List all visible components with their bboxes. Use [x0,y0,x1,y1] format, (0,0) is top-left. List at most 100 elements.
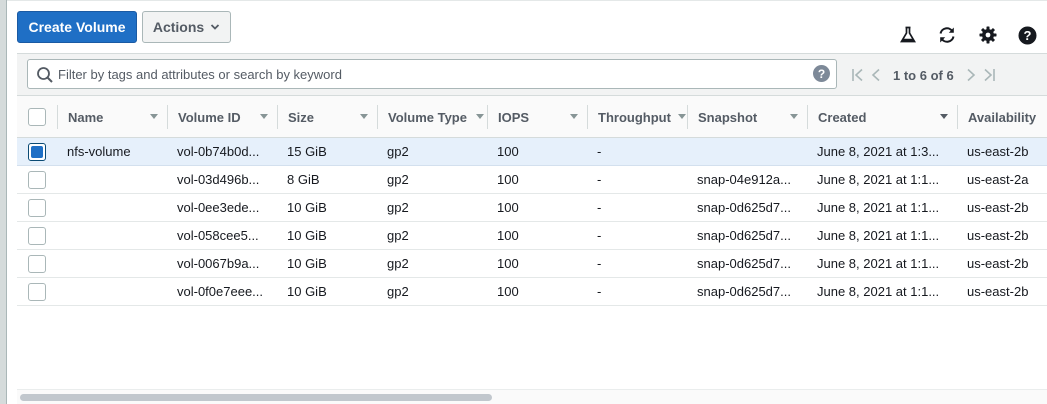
column-header-name[interactable]: Name [58,96,168,138]
cell-size: 10 GiB [287,284,327,299]
cell-snapshot[interactable]: snap-0d625d7... [697,222,803,249]
cell-iops: 100 [497,144,519,159]
cell-size: 10 GiB [287,228,327,243]
column-header-size[interactable]: Size [278,96,378,138]
cell-created: June 8, 2021 at 1:3... [817,144,940,159]
prev-page-icon[interactable] [867,66,885,84]
cell-iops: 100 [497,228,519,243]
cell-volume-id[interactable]: vol-0ee3ede... [177,194,273,221]
last-page-icon[interactable] [980,66,998,84]
cell-created: June 8, 2021 at 1:1... [817,200,940,215]
scrollbar-thumb[interactable] [20,394,492,401]
select-all-checkbox[interactable] [28,108,46,126]
cell-availability-zone: us-east-2b [967,284,1029,299]
cell-volume-id[interactable]: vol-0067b9a... [177,250,273,277]
cell-availability-zone: us-east-2b [967,228,1029,243]
column-label: IOPS [498,109,530,125]
pagination: 1 to 6 of 6 [849,66,998,84]
cell-snapshot[interactable] [697,138,803,165]
cell-volume-id[interactable]: vol-03d496b... [177,166,273,193]
cell-throughput: - [597,200,602,215]
cell-snapshot[interactable]: snap-0d625d7... [697,194,803,221]
table-row[interactable]: vol-058cee5... 10 GiB gp2 100 - snap-0d6… [17,222,1047,250]
column-header-volume-id[interactable]: Volume ID [168,96,278,138]
row-checkbox[interactable] [28,227,46,245]
column-label: Volume ID [178,109,241,125]
cell-availability-zone: us-east-2b [967,144,1029,159]
cell-size: 10 GiB [287,256,327,271]
next-page-icon[interactable] [962,66,980,84]
volumes-table: Name Volume ID Size Volume Type IOPS Thr… [17,95,1047,306]
cell-snapshot[interactable]: snap-0d625d7... [697,278,803,305]
column-label: Name [68,109,104,125]
cell-snapshot[interactable]: snap-0d625d7... [697,250,803,277]
left-panel-edge [0,0,7,404]
horizontal-scrollbar[interactable] [17,389,1047,404]
row-checkbox[interactable] [28,255,46,273]
cell-created: June 8, 2021 at 1:1... [817,284,940,299]
cell-volume-type: gp2 [387,200,409,215]
first-page-icon[interactable] [849,66,867,84]
filter-bar: ? 1 to 6 of 6 [17,53,1047,95]
create-volume-label: Create Volume [28,19,126,35]
actions-button[interactable]: Actions [142,11,231,43]
cell-name [67,194,167,221]
row-checkbox[interactable] [28,199,46,217]
svg-text:?: ? [1023,28,1031,43]
column-label: Size [288,109,315,125]
cell-name [67,166,167,193]
cell-created: June 8, 2021 at 1:1... [817,256,940,271]
cell-name [67,222,167,249]
column-header-throughput[interactable]: Throughput [588,96,688,138]
cell-name: nfs-volume [67,144,131,159]
flask-icon[interactable] [898,25,918,45]
row-checkbox[interactable] [28,283,46,301]
cell-volume-id[interactable]: vol-058cee5... [177,222,273,249]
cell-size: 15 GiB [287,144,327,159]
gear-icon[interactable] [978,25,998,45]
cell-iops: 100 [497,200,519,215]
cell-iops: 100 [497,256,519,271]
cell-throughput: - [597,144,602,159]
cell-volume-type: gp2 [387,256,409,271]
table-row[interactable]: vol-0067b9a... 10 GiB gp2 100 - snap-0d6… [17,250,1047,278]
refresh-icon[interactable] [937,25,957,45]
table-row[interactable]: vol-0f0e7eee... 10 GiB gp2 100 - snap-0d… [17,278,1047,306]
search-input[interactable] [58,64,798,84]
cell-throughput: - [597,284,602,299]
table-row[interactable]: vol-0ee3ede... 10 GiB gp2 100 - snap-0d6… [17,194,1047,222]
cell-volume-type: gp2 [387,228,409,243]
actions-label: Actions [152,19,205,35]
cell-snapshot[interactable]: snap-04e912a... [697,166,803,193]
top-divider [7,0,1047,1]
cell-availability-zone: us-east-2b [967,200,1029,215]
create-volume-button[interactable]: Create Volume [17,11,137,43]
search-icon [37,67,53,83]
cell-volume-type: gp2 [387,284,409,299]
cell-throughput: - [597,256,602,271]
table-header: Name Volume ID Size Volume Type IOPS Thr… [17,95,1047,138]
column-header-availability[interactable]: Availability [958,96,1047,138]
cell-availability-zone: us-east-2b [967,256,1029,271]
cell-name [67,250,167,277]
cell-iops: 100 [497,172,519,187]
cell-availability-zone: us-east-2a [967,172,1029,187]
cell-iops: 100 [497,284,519,299]
table-row[interactable]: nfs-volume vol-0b74b0d... 15 GiB gp2 100… [17,138,1047,166]
column-header-created[interactable]: Created [808,96,958,138]
cell-volume-id[interactable]: vol-0f0e7eee... [177,278,273,305]
column-label: Volume Type [388,109,467,125]
column-header-volume-type[interactable]: Volume Type [378,96,488,138]
help-icon[interactable]: ? [1017,25,1037,45]
table-row[interactable]: vol-03d496b... 8 GiB gp2 100 - snap-04e9… [17,166,1047,194]
search-box: ? [27,59,837,89]
column-header-snapshot[interactable]: Snapshot [688,96,808,138]
cell-size: 10 GiB [287,200,327,215]
row-checkbox[interactable] [28,171,46,189]
cell-volume-id[interactable]: vol-0b74b0d... [177,138,273,165]
filter-help-icon[interactable]: ? [813,65,830,82]
column-header-iops[interactable]: IOPS [488,96,588,138]
cell-volume-type: gp2 [387,172,409,187]
cell-name [67,278,167,305]
row-checkbox[interactable] [28,143,46,161]
